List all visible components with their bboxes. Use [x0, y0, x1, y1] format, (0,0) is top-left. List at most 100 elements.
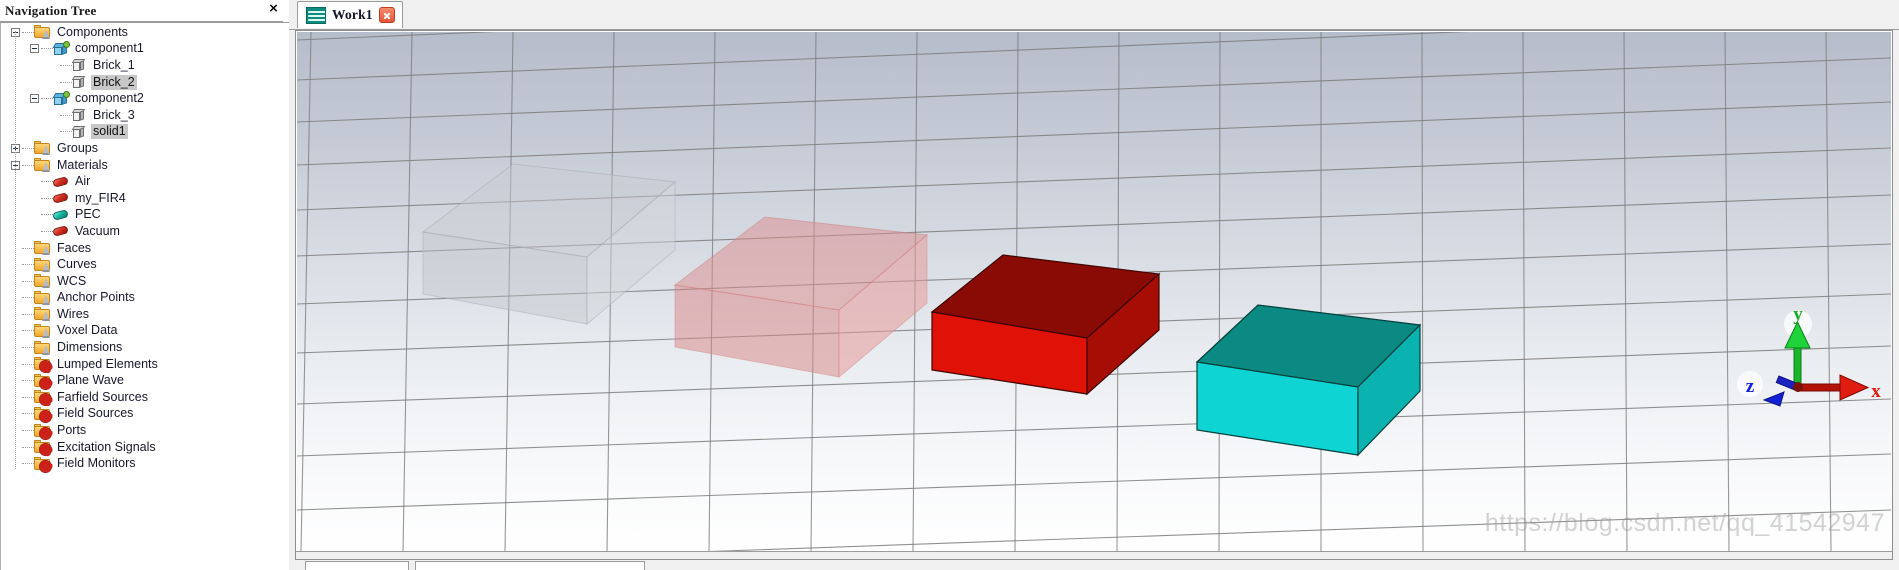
tree-item-label: Groups: [57, 140, 98, 155]
tree-item-label: Plane Wave: [57, 373, 124, 388]
tree-item-lumped-elements[interactable]: Lumped Elements: [7, 356, 289, 373]
tree-item-wcs[interactable]: WCS: [7, 273, 289, 290]
folder-cone-icon: [34, 257, 51, 272]
tree-item-label: Faces: [57, 240, 92, 255]
folder-cone-icon: [34, 141, 51, 156]
bottom-panel-right[interactable]: [415, 561, 645, 570]
close-icon[interactable]: ×: [266, 1, 281, 17]
tree-connector: [22, 430, 34, 432]
tree-connector: [22, 363, 34, 365]
tree-item-field-monitors[interactable]: Field Monitors: [7, 455, 289, 472]
tree-item-label: Brick_3: [93, 107, 135, 122]
tree-item-brick-1[interactable]: Brick_1: [7, 57, 289, 74]
close-icon[interactable]: [378, 7, 395, 23]
tree-connector: [22, 164, 34, 166]
bottom-panel-left[interactable]: [305, 561, 409, 570]
tree-item-farfield-sources[interactable]: Farfield Sources: [7, 389, 289, 406]
tree-item-label: Field Monitors: [57, 456, 136, 471]
folder-cone-icon: [34, 158, 51, 173]
tree-item-label: WCS: [57, 273, 87, 288]
material-red-icon: [52, 225, 69, 238]
tree-item-label: Vacuum: [75, 223, 120, 238]
tree-connector: [22, 396, 34, 398]
tree-item-solid1[interactable]: solid1: [7, 124, 289, 141]
tree-item-dimensions[interactable]: Dimensions: [7, 339, 289, 356]
navigation-tree-titlebar: Navigation Tree ×: [0, 0, 289, 22]
object-brick-3[interactable]: [927, 242, 1167, 402]
axis-label-z: z: [1746, 376, 1755, 397]
tree-item-component2[interactable]: component2: [7, 90, 289, 107]
watermark-text: https://blog.csdn.net/qq_41542947: [1484, 509, 1885, 537]
folder-cone-icon: [34, 323, 51, 338]
tree-item-component1[interactable]: component1: [7, 40, 289, 58]
tree-item-label: Materials: [57, 157, 108, 172]
tree-connector: [22, 330, 34, 332]
tree-item-plane-wave[interactable]: Plane Wave: [7, 372, 289, 389]
tree-connector: [22, 313, 34, 315]
expander-minus-icon[interactable]: [30, 94, 39, 104]
tree-item-label: Excitation Signals: [57, 439, 156, 454]
tree-connector: [22, 347, 34, 349]
axis-label-y: y: [1793, 304, 1803, 325]
tree-item-voxel-data[interactable]: Voxel Data: [7, 323, 289, 340]
panel-title: Navigation Tree: [5, 3, 97, 18]
viewport-bottom-edge: [296, 551, 1892, 559]
tree-item-label: Farfield Sources: [57, 389, 149, 404]
brick-cube-icon: [71, 75, 87, 89]
tree-item-excitation-signals[interactable]: Excitation Signals: [7, 439, 289, 456]
tree-item-pec[interactable]: PEC: [7, 207, 289, 224]
tree-item-label: Components: [57, 24, 128, 39]
tab-work1[interactable]: Work1: [297, 1, 403, 28]
tree-connector: [60, 64, 72, 66]
tree-connector: [41, 230, 53, 232]
tree-connector: [22, 31, 34, 33]
tree-item-ports[interactable]: Ports: [7, 422, 289, 439]
folder-cone-icon: [34, 241, 51, 256]
tree-item-label: Wires: [57, 306, 89, 321]
material-red-icon: [52, 175, 69, 188]
tree-item-vacuum[interactable]: Vacuum: [7, 223, 289, 240]
tree-item-air[interactable]: Air: [7, 173, 289, 190]
folder-gear-icon: [34, 357, 51, 373]
tree-item-components[interactable]: Components: [7, 24, 289, 41]
tree-item-label: Lumped Elements: [57, 356, 158, 371]
object-solid1[interactable]: [1192, 287, 1432, 467]
navigation-tree-list: Components component1 Brick_1 Brick_2 compon…: [7, 23, 289, 472]
tree-item-anchor-points[interactable]: Anchor Points: [7, 290, 289, 307]
tree-connector: [22, 280, 34, 282]
tree-item-my-fir4[interactable]: my_FIR4: [7, 190, 289, 207]
tree-item-brick-2[interactable]: Brick_2: [7, 74, 289, 91]
tree-connector: [60, 114, 72, 116]
tree-item-label: my_FIR4: [75, 190, 126, 205]
tree-connector: [22, 463, 34, 465]
tree-item-groups[interactable]: Groups: [7, 140, 289, 157]
tree-connector: [41, 214, 53, 216]
tree-connector: [60, 131, 72, 133]
tree-connector: [22, 446, 34, 448]
tree-item-field-sources[interactable]: Field Sources: [7, 406, 289, 423]
folder-cone-icon: [34, 307, 51, 322]
axis-label-x: x: [1871, 381, 1881, 402]
tree-item-label: Voxel Data: [57, 323, 118, 338]
tree-item-faces[interactable]: Faces: [7, 240, 289, 257]
navigation-tree-panel: Navigation Tree × Components component1 Br…: [0, 0, 289, 570]
tree-connector: [22, 147, 34, 149]
main-area: Work1 y x z https://blog.csdn.net/qq_415…: [289, 0, 1899, 570]
wave-document-icon: [306, 6, 326, 24]
expander-minus-icon[interactable]: [30, 44, 39, 54]
component-cube-icon: [52, 90, 70, 106]
3d-viewport[interactable]: y x z https://blog.csdn.net/qq_41542947: [297, 32, 1891, 552]
tree-connector: [41, 197, 53, 199]
tree-item-materials[interactable]: Materials: [7, 157, 289, 174]
tree-connector: [22, 297, 34, 299]
axis-gizmo: y x z: [1736, 302, 1886, 437]
tree-item-brick-3[interactable]: Brick_3: [7, 107, 289, 124]
tree-item-curves[interactable]: Curves: [7, 256, 289, 273]
tree-item-label: Dimensions: [57, 340, 123, 355]
folder-gear-icon: [34, 423, 51, 439]
material-red-icon: [52, 192, 69, 204]
tab-label: Work1: [332, 7, 373, 22]
tree-connector: [41, 48, 53, 50]
folder-cone-icon: [34, 274, 51, 289]
tree-item-wires[interactable]: Wires: [7, 306, 289, 323]
